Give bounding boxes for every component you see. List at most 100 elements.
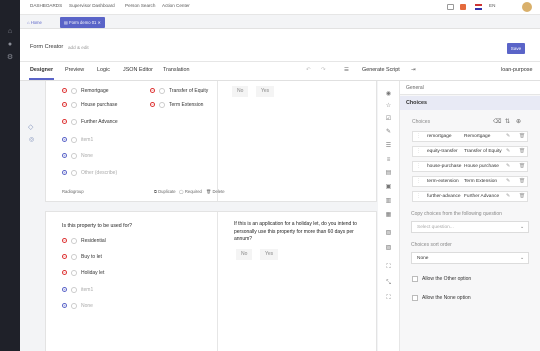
question-type-select[interactable]: Radiogroup (62, 189, 84, 194)
expand-icon[interactable]: ⛶ (384, 263, 393, 271)
resize-icon[interactable]: ⤡ (384, 279, 393, 287)
add-icon[interactable]: + (62, 303, 67, 309)
tab-designer[interactable]: Designer (30, 67, 53, 73)
remove-icon[interactable]: − (150, 88, 155, 94)
copy-choices-select[interactable]: Select question... ⌄ (411, 221, 529, 233)
page-icon[interactable]: ▨ (384, 244, 393, 252)
drag-handle-icon[interactable]: ⋮ (416, 177, 421, 187)
document-icon[interactable]: ▥ (384, 197, 393, 205)
add-none-item[interactable]: + None (62, 302, 93, 310)
choice-value[interactable]: term-extension (427, 177, 463, 187)
choice-row[interactable]: ⋮ equity-transfer Transfer of Equity ✎ 🗑 (412, 146, 528, 157)
option-yes[interactable]: Yes (260, 249, 279, 260)
drag-handle-icon[interactable]: ⋮ (416, 132, 421, 142)
edit-icon[interactable]: ✎ (506, 132, 510, 142)
save-button[interactable]: Save (507, 43, 525, 54)
drag-handle-icon[interactable]: ⋮ (416, 162, 421, 172)
sort-icon[interactable]: ⇅ (505, 118, 510, 125)
remove-icon[interactable]: − (62, 88, 67, 94)
choice-row[interactable]: ⋮ house-purchase House purchase ✎ 🗑 (412, 161, 528, 172)
edit-icon[interactable]: ✎ (506, 162, 510, 172)
tab-form-demo[interactable]: ▤ Form demo 01 ✕ (60, 17, 106, 28)
toolbox-icon[interactable]: ◎ (29, 136, 34, 143)
choice-item[interactable]: − Term Extension (150, 101, 203, 109)
choice-value[interactable]: equity-transfer (427, 147, 463, 157)
choice-text[interactable]: Remortgage (464, 132, 490, 142)
nav-action-center[interactable]: Action Center (162, 3, 190, 8)
remove-icon[interactable]: − (62, 254, 67, 260)
question-title[interactable]: If this is an application for a holiday … (234, 221, 364, 244)
drag-handle-icon[interactable]: ◇ (28, 123, 33, 131)
duplicate-button[interactable]: ⧉ Duplicate (154, 189, 176, 194)
settings-icon[interactable]: ☰ (344, 67, 349, 73)
choice-row[interactable]: ⋮ term-extension Term Extension ✎ 🗑 (412, 176, 528, 187)
choice-item[interactable]: − House purchase (62, 101, 117, 109)
add-choice-item[interactable]: + item1 (62, 136, 93, 144)
form-icon[interactable]: ▧ (384, 229, 393, 237)
option-no[interactable]: No (232, 86, 249, 97)
choice-text[interactable]: House purchase (464, 162, 504, 172)
user-icon[interactable]: ● (5, 41, 15, 49)
choice-item[interactable]: − Remortgage (62, 87, 109, 95)
choice-item[interactable]: − Holiday let (62, 269, 104, 277)
drag-handle-icon[interactable]: ⋮ (416, 147, 421, 157)
language-label[interactable]: EN (489, 3, 495, 8)
option-no[interactable]: No (236, 249, 253, 260)
question-card-property-use[interactable]: Is this property to be used for? − Reside… (45, 211, 377, 351)
generate-script-button[interactable]: Generate Script (362, 67, 400, 73)
edit-icon[interactable]: ✎ (384, 128, 393, 136)
general-section-header[interactable]: General (400, 81, 540, 95)
question-title[interactable]: Is this property to be used for? (62, 223, 132, 229)
choice-row[interactable]: ⋮ remortgage Remortgage ✎ 🗑 (412, 131, 528, 142)
delete-icon[interactable]: 🗑 (519, 177, 525, 187)
allow-other-checkbox[interactable] (412, 276, 418, 282)
delete-icon[interactable]: 🗑 (519, 147, 525, 157)
choice-item[interactable]: − Residential (62, 237, 106, 245)
avatar[interactable] (522, 2, 532, 12)
required-toggle[interactable]: ◯ Required (179, 189, 202, 194)
choice-item[interactable]: − Further Advance (62, 118, 118, 126)
choice-value[interactable]: remortgage (427, 132, 452, 142)
add-icon[interactable]: + (62, 137, 67, 143)
remove-icon[interactable]: − (150, 102, 155, 108)
add-icon[interactable]: + (62, 153, 67, 159)
delete-icon[interactable]: 🗑 (519, 162, 525, 172)
choice-item[interactable]: − Buy to let (62, 253, 102, 261)
home-icon[interactable]: ⌂ (5, 28, 15, 36)
notification-icon[interactable] (447, 4, 454, 10)
edit-icon[interactable]: ✎ (506, 177, 510, 187)
undo-icon[interactable]: ↶ (306, 67, 311, 73)
sort-order-select[interactable]: None ⌄ (411, 252, 529, 264)
flag-icon[interactable] (475, 4, 482, 10)
redo-icon[interactable]: ↷ (321, 67, 326, 73)
tab-json-editor[interactable]: JSON Editor (123, 67, 153, 73)
text-block-icon[interactable]: ▤ (384, 169, 393, 177)
settings-gear-icon[interactable]: ◉ (384, 90, 393, 98)
tab-logic[interactable]: Logic (97, 67, 110, 73)
star-icon[interactable]: ☆ (384, 102, 393, 110)
collapse-panel-icon[interactable]: ⇥ (411, 67, 416, 73)
add-choice-item[interactable]: + item1 (62, 286, 93, 294)
close-icon[interactable]: ✕ (98, 20, 102, 25)
option-yes[interactable]: Yes (256, 86, 275, 97)
nav-dashboards[interactable]: DASHBOARDS (30, 3, 62, 8)
text-icon[interactable]: ≡ (384, 156, 393, 164)
add-icon[interactable]: + (62, 170, 67, 176)
delete-icon[interactable]: 🗑 (519, 192, 525, 202)
add-icon[interactable]: + (62, 287, 67, 293)
remove-icon[interactable]: − (62, 270, 67, 276)
add-other-item[interactable]: + Other (describe) (62, 169, 117, 177)
tab-translation[interactable]: Translation (163, 67, 189, 73)
question-card-loan-purpose[interactable]: − Remortgage − House purchase − Further Adv… (45, 81, 377, 202)
choice-row[interactable]: ⋮ further-advance Further Advance ✎ 🗑 (412, 191, 528, 202)
clear-icon[interactable]: ⌫ (493, 118, 501, 125)
tab-home[interactable]: ⌂ Home (23, 17, 46, 28)
checklist-icon[interactable]: ☑ (384, 115, 393, 123)
cart-icon[interactable] (460, 4, 466, 10)
list-icon[interactable]: ☰ (384, 142, 393, 150)
remove-icon[interactable]: − (62, 238, 67, 244)
edit-icon[interactable]: ✎ (506, 192, 510, 202)
fullscreen-icon[interactable]: ⛶ (384, 294, 393, 302)
tab-preview[interactable]: Preview (65, 67, 84, 73)
nav-person-search[interactable]: Person Search (125, 3, 155, 8)
